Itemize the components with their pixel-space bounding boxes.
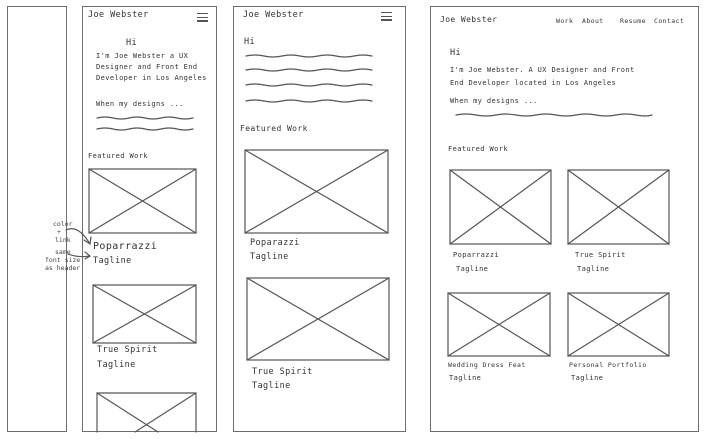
mobile-image-1 (88, 168, 197, 234)
tablet-image-1 (244, 149, 389, 234)
desktop-image-2 (567, 169, 670, 245)
mobile-scribble-1 (96, 116, 194, 120)
tablet-scribble-2 (245, 68, 373, 72)
desktop-image-4 (567, 292, 670, 357)
desktop-image-3 (447, 292, 551, 357)
mobile-scribble-2 (96, 127, 194, 131)
mobile-image-3 (96, 392, 197, 433)
tablet-scribble-1 (245, 54, 373, 58)
desktop-scribble-1 (455, 113, 653, 117)
mobile-image-2 (92, 284, 197, 344)
annotation-arrow-2 (67, 253, 91, 258)
desktop-image-1 (449, 169, 552, 245)
sketch-layer (65, 54, 670, 433)
tablet-scribble-3 (245, 83, 373, 87)
tablet-image-2 (246, 277, 390, 361)
tablet-scribble-4 (245, 99, 373, 103)
annotation-arrow-2-head (84, 251, 92, 260)
